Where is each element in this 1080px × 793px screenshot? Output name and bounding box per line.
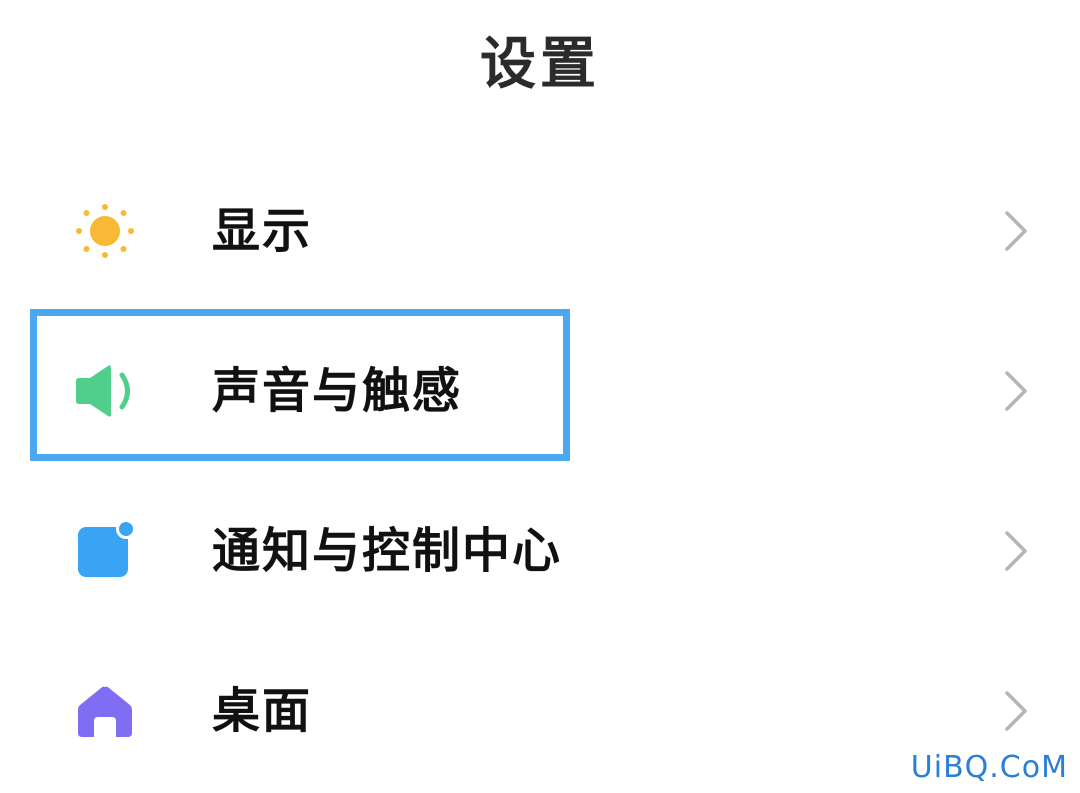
settings-item-notifications[interactable]: 通知与控制中心 — [0, 486, 1080, 616]
notification-icon — [70, 521, 140, 581]
chevron-right-icon — [995, 208, 1035, 254]
settings-item-label: 桌面 — [212, 683, 313, 739]
chevron-right-icon — [995, 688, 1035, 734]
highlight-box — [30, 309, 570, 461]
settings-item-display[interactable]: 显示 — [0, 166, 1080, 296]
settings-item-label: 通知与控制中心 — [212, 523, 563, 579]
sun-icon — [70, 201, 140, 261]
watermark: UiBQ.CoM — [910, 750, 1068, 785]
page-title: 设置 — [480, 32, 600, 97]
chevron-right-icon — [995, 528, 1035, 574]
home-icon — [70, 681, 140, 741]
settings-item-label: 显示 — [212, 203, 313, 259]
chevron-right-icon — [995, 368, 1035, 414]
